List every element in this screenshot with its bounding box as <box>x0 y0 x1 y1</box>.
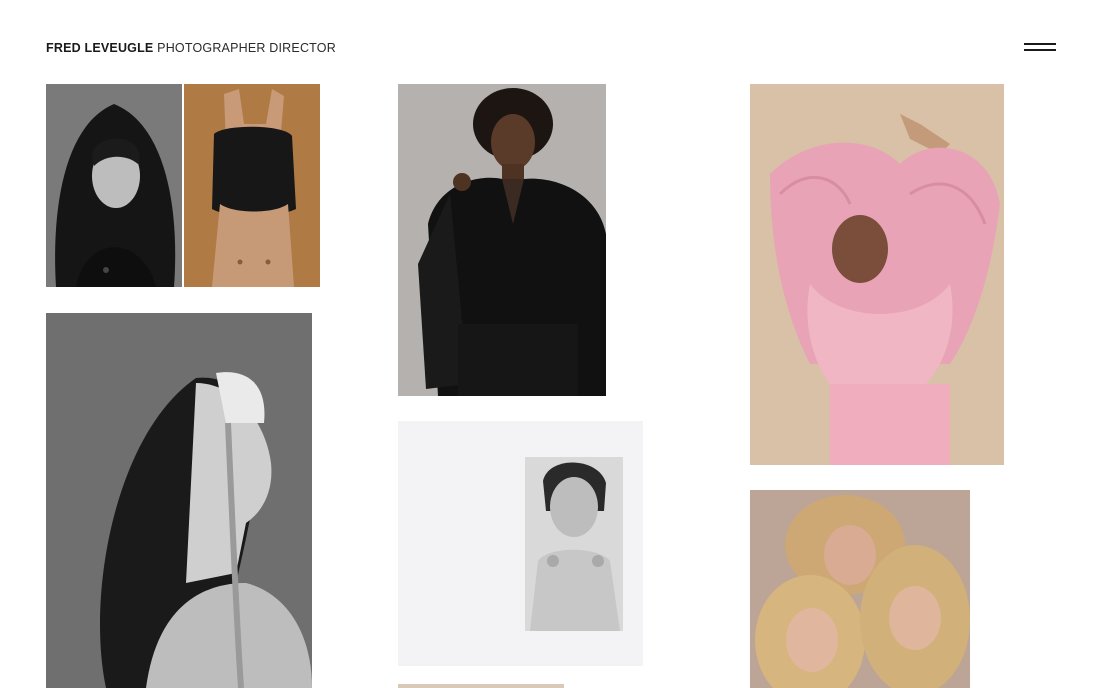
photo-bw-profile-with-mask[interactable] <box>46 313 312 688</box>
photo-three-blonde-women[interactable] <box>750 490 970 688</box>
menu-bar-top <box>1024 43 1056 45</box>
hamburger-menu-icon[interactable] <box>1024 41 1056 53</box>
photo-partial-photo-bottom[interactable] <box>398 684 564 688</box>
photo-pink-ruffle-blouse[interactable] <box>750 84 1004 465</box>
brand-name[interactable]: FRED LEVEUGLE <box>46 41 153 55</box>
photo-man-in-dark-suit[interactable] <box>398 84 606 396</box>
site-brand[interactable]: FRED LEVEUGLE PHOTOGRAPHER DIRECTOR <box>46 40 336 56</box>
brand-role: PHOTOGRAPHER DIRECTOR <box>157 41 336 55</box>
photo-sweater-over-face[interactable] <box>184 84 320 287</box>
photo-bw-coat-portrait[interactable] <box>46 84 182 287</box>
menu-bar-bottom <box>1024 49 1056 51</box>
photo-bw-framed-portrait[interactable] <box>398 421 643 666</box>
portfolio-page: FRED LEVEUGLE PHOTOGRAPHER DIRECTOR <box>0 0 1100 688</box>
